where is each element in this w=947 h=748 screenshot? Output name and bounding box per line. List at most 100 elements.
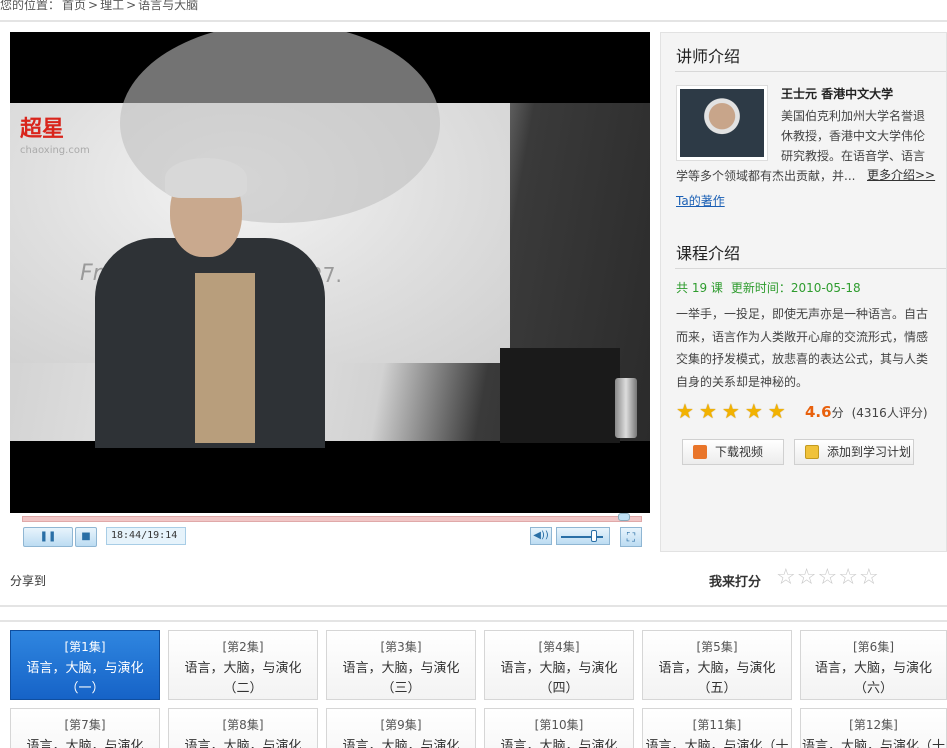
rate-star-icon[interactable]: ☆ bbox=[817, 566, 837, 590]
rate-stars[interactable]: ☆ ☆ ☆ ☆ ☆ bbox=[776, 566, 879, 590]
lecturer-hair bbox=[165, 158, 247, 198]
video-player[interactable]: Fro 27. 超星 chaoxing.com bbox=[10, 32, 650, 513]
episode-subtitle: （五） bbox=[697, 681, 737, 696]
download-video-button[interactable]: 下载视频 bbox=[682, 439, 784, 465]
star-icon: ★ bbox=[721, 399, 740, 423]
pause-button[interactable]: ❚❚ bbox=[23, 527, 73, 547]
rate-star-icon[interactable]: ☆ bbox=[797, 566, 817, 590]
episode-item[interactable]: [第8集] 语言，大脑，与演化 bbox=[168, 708, 318, 748]
breadcrumb-current: 语言与大脑 bbox=[138, 0, 199, 12]
rate-star-icon[interactable]: ☆ bbox=[776, 566, 796, 590]
divider bbox=[675, 268, 946, 269]
episode-number: [第10集] bbox=[534, 718, 584, 732]
progress-bar[interactable] bbox=[22, 516, 642, 522]
rating-score: 4.6分 (4316人评分) bbox=[805, 403, 928, 421]
breadcrumb-category[interactable]: 理工 bbox=[100, 0, 124, 12]
update-time: 更新时间：2010-05-18 bbox=[730, 281, 861, 295]
episode-title: 语言，大脑，与演化 bbox=[26, 661, 144, 676]
teacher-avatar bbox=[680, 89, 764, 157]
breadcrumb-sep: > bbox=[126, 0, 137, 12]
episode-item[interactable]: [第4集] 语言，大脑，与演化 （四） bbox=[484, 630, 634, 700]
breadcrumb-prefix: 您的位置： bbox=[0, 0, 61, 12]
teacher-description-more: 学等多个领域都有杰出贡献，并... bbox=[676, 169, 856, 183]
episode-title: 语言，大脑，与演化 bbox=[500, 739, 618, 748]
teacher-name: 王士元 香港中文大学 bbox=[781, 87, 894, 101]
rating-stars: ★ ★ ★ ★ ★ bbox=[676, 401, 786, 421]
episode-number: [第8集] bbox=[222, 718, 264, 732]
episode-title: 语言，大脑，与演化（十 bbox=[645, 739, 789, 748]
rate-star-icon[interactable]: ☆ bbox=[859, 566, 879, 590]
volume-slider[interactable] bbox=[556, 527, 610, 545]
lecturer-vest bbox=[195, 273, 255, 443]
episode-item[interactable]: [第12集] 语言，大脑，与演化（十 bbox=[800, 708, 947, 748]
episode-number: [第1集] bbox=[64, 640, 106, 654]
episode-item[interactable]: [第9集] 语言，大脑，与演化 bbox=[326, 708, 476, 748]
fullscreen-button[interactable]: ⛶ bbox=[620, 527, 642, 547]
rate-star-icon[interactable]: ☆ bbox=[838, 566, 858, 590]
rating-count: (4316人评分) bbox=[851, 406, 928, 420]
episode-title: 语言，大脑，与演化 bbox=[184, 661, 302, 676]
course-description: 一举手，一投足，即使无声亦是一种语言。自古而来，语言作为人类敞开心扉的交流形式，… bbox=[676, 307, 929, 389]
star-icon: ★ bbox=[744, 399, 763, 423]
info-panel: 讲师介绍 王士元 香港中文大学 美国伯克利加州大学名誉退休教授，香港中文大学伟伦… bbox=[660, 32, 947, 552]
teacher-photo[interactable] bbox=[676, 85, 768, 161]
teacher-works-link[interactable]: Ta的著作 bbox=[676, 192, 725, 209]
episode-number: [第4集] bbox=[538, 640, 580, 654]
episode-item[interactable]: [第6集] 语言，大脑，与演化 （六） bbox=[800, 630, 947, 700]
chaoxing-logo-url: chaoxing.com bbox=[20, 145, 90, 156]
episode-title: 语言，大脑，与演化 bbox=[814, 661, 932, 676]
divider bbox=[675, 71, 946, 72]
episode-item[interactable]: [第7集] 语言，大脑，与演化 bbox=[10, 708, 160, 748]
lesson-count: 共 19 课 bbox=[676, 281, 723, 295]
episode-list: [第1集] 语言，大脑，与演化 （一） [第2集] 语言，大脑，与演化 （二） [第3集… bbox=[0, 620, 947, 748]
episode-title: 语言，大脑，与演化（十 bbox=[801, 739, 945, 748]
episode-title: 语言，大脑，与演化 bbox=[342, 661, 460, 676]
breadcrumb: 您的位置： 首页 > 理工 > 语言与大脑 bbox=[0, 0, 200, 13]
episode-item[interactable]: [第2集] 语言，大脑，与演化 （二） bbox=[168, 630, 318, 700]
episode-title: 语言，大脑，与演化 bbox=[658, 661, 776, 676]
course-meta: 共 19 课更新时间：2010-05-18 bbox=[676, 279, 861, 296]
cup bbox=[615, 378, 637, 438]
stop-button[interactable]: ■ bbox=[75, 527, 97, 547]
episode-number: [第12集] bbox=[849, 718, 898, 732]
episode-subtitle: （二） bbox=[223, 681, 263, 696]
breadcrumb-sep: > bbox=[88, 0, 99, 12]
episode-item[interactable]: [第5集] 语言，大脑，与演化 （五） bbox=[642, 630, 792, 700]
episode-title: 语言，大脑，与演化 bbox=[26, 739, 144, 748]
volume-icon[interactable]: ◀)) bbox=[530, 527, 552, 545]
episode-title: 语言，大脑，与演化 bbox=[184, 739, 302, 748]
progress-handle[interactable] bbox=[618, 513, 630, 521]
fullscreen-icon: ⛶ bbox=[626, 530, 636, 544]
episode-subtitle: （四） bbox=[539, 681, 579, 696]
volume-knob[interactable] bbox=[591, 530, 597, 542]
episode-title: 语言，大脑，与演化 bbox=[500, 661, 618, 676]
episode-item[interactable]: [第3集] 语言，大脑，与演化 （三） bbox=[326, 630, 476, 700]
star-icon: ★ bbox=[676, 399, 694, 423]
star-icon: ★ bbox=[767, 399, 786, 423]
add-to-plan-button[interactable]: 添加到学习计划 bbox=[794, 439, 914, 465]
pause-icon: ❚❚ bbox=[39, 531, 57, 542]
add-plan-label: 添加到学习计划 bbox=[827, 445, 912, 459]
episode-number: [第7集] bbox=[64, 718, 106, 732]
episode-item[interactable]: [第10集] 语言，大脑，与演化 bbox=[484, 708, 634, 748]
chaoxing-logo: 超星 bbox=[20, 117, 65, 142]
episode-number: [第2集] bbox=[222, 640, 264, 654]
more-intro-link[interactable]: 更多介绍>> bbox=[867, 166, 935, 183]
teacher-description: 美国伯克利加州大学名誉退休教授，香港中文大学伟伦研究教授。在语音学、语言 bbox=[781, 109, 926, 163]
download-icon bbox=[693, 445, 707, 459]
episode-subtitle: （六） bbox=[853, 681, 893, 696]
course-heading: 课程介绍 bbox=[676, 244, 741, 263]
podium bbox=[500, 348, 620, 443]
episode-number: [第9集] bbox=[380, 718, 422, 732]
breadcrumb-home[interactable]: 首页 bbox=[62, 0, 86, 12]
video-frame[interactable]: Fro 27. 超星 chaoxing.com bbox=[10, 32, 650, 448]
episode-item[interactable]: [第1集] 语言，大脑，与演化 （一） bbox=[10, 630, 160, 700]
rate-label: 我来打分 bbox=[709, 575, 762, 590]
episode-number: [第3集] bbox=[380, 640, 422, 654]
episode-item[interactable]: [第11集] 语言，大脑，与演化（十 bbox=[642, 708, 792, 748]
rating-unit: 分 bbox=[831, 406, 844, 420]
star-icon: ★ bbox=[698, 399, 717, 423]
episode-number: [第11集] bbox=[692, 718, 742, 732]
episode-number: [第6集] bbox=[853, 640, 894, 654]
share-label: 分享到 bbox=[10, 574, 47, 588]
